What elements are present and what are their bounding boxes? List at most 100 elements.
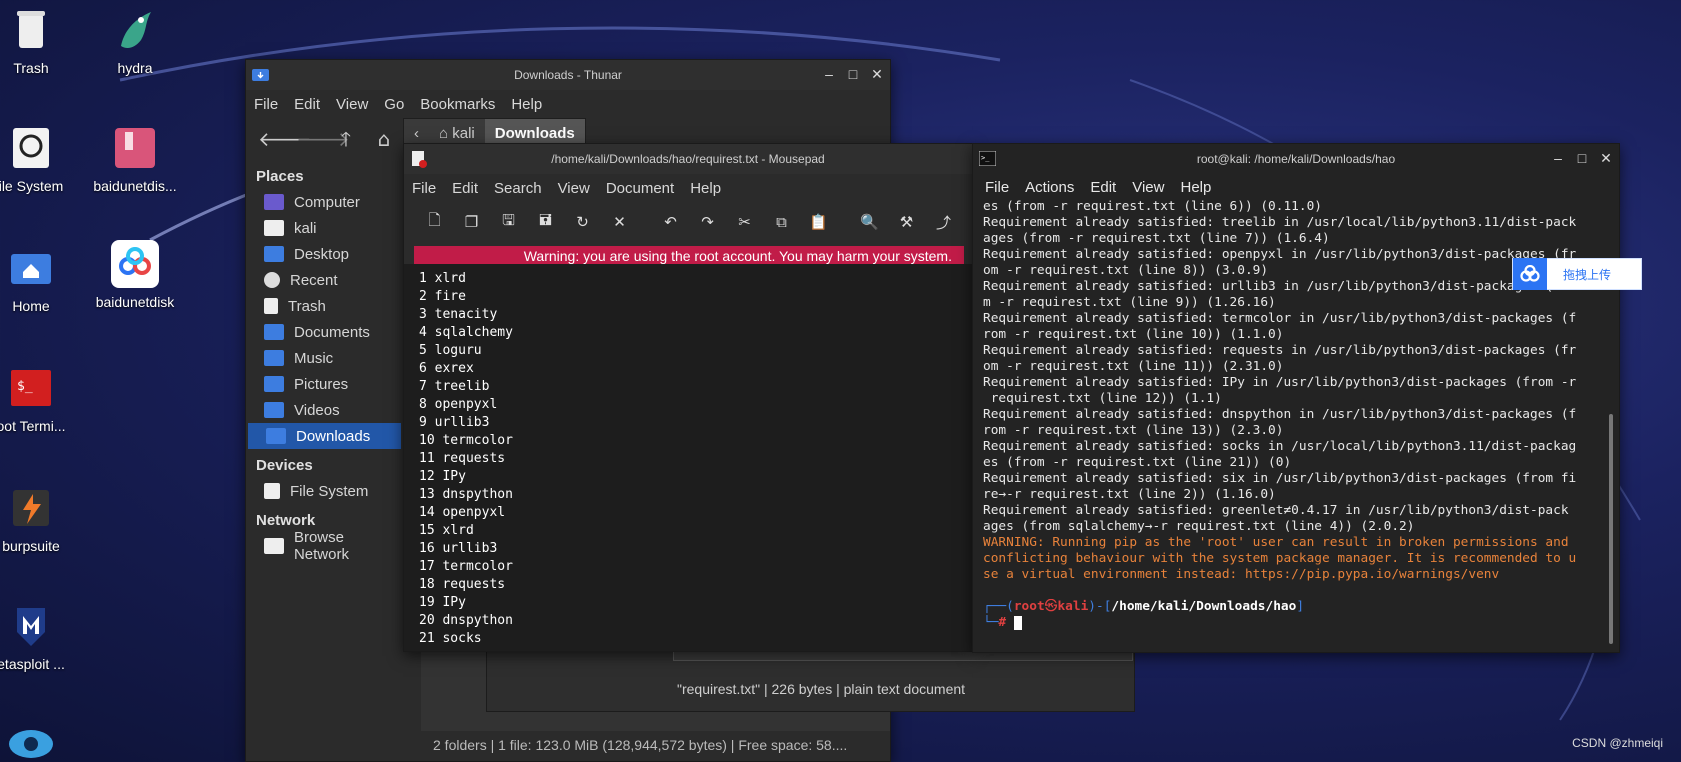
- menu-edit[interactable]: Edit: [1082, 179, 1124, 196]
- home-folder-icon: [7, 244, 55, 292]
- copy-icon[interactable]: ⧉: [763, 213, 800, 231]
- menu-actions[interactable]: Actions: [1017, 179, 1082, 196]
- sidebar-item-computer[interactable]: Computer: [246, 189, 403, 215]
- menu-help[interactable]: Help: [682, 180, 729, 197]
- desktop-icon-label: oot Termi...: [0, 418, 66, 434]
- editor-line: 1 xlrd: [419, 270, 972, 288]
- menu-help[interactable]: Help: [503, 96, 550, 113]
- close-icon[interactable]: ✕: [870, 65, 884, 83]
- reload-icon[interactable]: ↻: [564, 213, 601, 231]
- sidebar-item-videos[interactable]: Videos: [246, 397, 403, 423]
- menu-edit[interactable]: Edit: [444, 180, 486, 197]
- terminal-line: rom -r requirest.txt (line 10)) (1.1.0): [983, 327, 1284, 342]
- sidebar-item-browse-network[interactable]: Browse Network: [246, 529, 403, 563]
- desktop-icon-metasploit[interactable]: etasploit ...: [0, 602, 86, 672]
- menu-view[interactable]: View: [550, 180, 598, 197]
- search-icon[interactable]: 🔍: [851, 213, 888, 231]
- desktop-icon-root-terminal[interactable]: $_ oot Termi...: [0, 364, 86, 434]
- line-text: openpyxl: [442, 505, 506, 520]
- up-arrow-icon[interactable]: 🡑: [334, 127, 358, 151]
- sidebar-item-desktop[interactable]: Desktop: [246, 241, 403, 267]
- line-number: 1: [419, 271, 435, 286]
- menu-help[interactable]: Help: [1172, 179, 1219, 196]
- line-number: 14: [419, 505, 443, 520]
- close-document-icon[interactable]: ✕: [601, 213, 638, 231]
- terminal-window[interactable]: >_ root@kali: /home/kali/Downloads/hao –…: [972, 143, 1620, 653]
- sidebar-item-downloads[interactable]: Downloads: [248, 423, 401, 449]
- sidebar-item-trash[interactable]: Trash: [246, 293, 403, 319]
- maximize-icon[interactable]: □: [846, 65, 860, 83]
- sidebar-item-filesystem[interactable]: File System: [246, 478, 403, 504]
- minimize-icon[interactable]: –: [822, 65, 836, 83]
- text-editor-area[interactable]: 1 xlrd 2 fire 3 tenacity 4 sqlalchemy 5 logu…: [404, 264, 972, 651]
- new-document-icon[interactable]: 🗋: [416, 210, 453, 235]
- videos-folder-icon: [264, 402, 284, 418]
- sidebar-item-label: Browse Network: [293, 529, 349, 563]
- back-arrow-icon[interactable]: 🡐: [258, 127, 312, 151]
- close-icon[interactable]: ✕: [1599, 149, 1613, 167]
- desktop-icon-baidunetdisk-deb[interactable]: baidunetdis...: [80, 124, 190, 194]
- save-as-icon[interactable]: 🖬: [527, 210, 564, 235]
- minimize-icon[interactable]: –: [1551, 149, 1565, 167]
- save-icon[interactable]: 🖫: [490, 210, 527, 235]
- sidebar-item-kali[interactable]: kali: [246, 215, 403, 241]
- thunar-titlebar[interactable]: Downloads - Thunar – □ ✕: [246, 60, 890, 90]
- desktop-icon-label: Home: [12, 298, 50, 314]
- forward-arrow-icon[interactable]: 🡒: [296, 127, 350, 151]
- sidebar-item-pictures[interactable]: Pictures: [246, 371, 403, 397]
- sidebar-item-music[interactable]: Music: [246, 345, 403, 371]
- sidebar-item-label: Videos: [294, 401, 340, 419]
- mousepad-window[interactable]: /home/kali/Downloads/hao/requirest.txt -…: [403, 143, 973, 652]
- desktop-icon-unknown[interactable]: [0, 720, 86, 762]
- desktop-icon-burpsuite[interactable]: burpsuite: [0, 484, 86, 554]
- maximize-icon[interactable]: □: [1575, 149, 1589, 167]
- menu-file[interactable]: File: [246, 96, 286, 113]
- line-text: termcolor: [442, 433, 513, 448]
- menu-view[interactable]: View: [328, 96, 376, 113]
- menu-view[interactable]: View: [1124, 179, 1172, 196]
- sidebar-item-documents[interactable]: Documents: [246, 319, 403, 345]
- desktop-icon-trash[interactable]: Trash: [0, 6, 86, 76]
- desktop-icon-home[interactable]: Home: [0, 244, 86, 314]
- menu-document[interactable]: Document: [598, 180, 682, 197]
- terminal-scrollbar[interactable]: [1609, 414, 1613, 644]
- editor-line: 14 openpyxl: [419, 504, 972, 522]
- prompt-symbol: #: [998, 615, 1007, 630]
- mousepad-titlebar[interactable]: /home/kali/Downloads/hao/requirest.txt -…: [404, 144, 972, 174]
- cut-icon[interactable]: ✂: [726, 213, 763, 231]
- desktop-icon-filesystem[interactable]: ile System: [0, 124, 86, 194]
- desktop-icon-baidunetdisk[interactable]: baidunetdisk: [80, 240, 190, 310]
- line-text: openpyxl: [434, 397, 498, 412]
- terminal-line: ages (from -r requirest.txt (line 7)) (1…: [983, 231, 1330, 246]
- prompt-user: root: [1013, 599, 1045, 614]
- thunar-sidebar: Places Computer kali Desktop Recent Tras…: [246, 160, 403, 761]
- menu-edit[interactable]: Edit: [286, 96, 328, 113]
- terminal-output[interactable]: es (from -r requirest.txt (line 6)) (0.1…: [983, 199, 1597, 652]
- menu-file[interactable]: File: [404, 180, 444, 197]
- undo-icon[interactable]: ↶: [652, 213, 689, 231]
- menu-bookmarks[interactable]: Bookmarks: [412, 96, 503, 113]
- baidu-drag-upload-widget[interactable]: 拖拽上传: [1512, 258, 1642, 290]
- new-window-icon[interactable]: ❐: [453, 213, 490, 231]
- terminal-titlebar[interactable]: >_ root@kali: /home/kali/Downloads/hao –…: [973, 144, 1619, 174]
- menu-search[interactable]: Search: [486, 180, 550, 197]
- sidebar-item-label: Trash: [288, 297, 326, 315]
- paste-icon[interactable]: 📋: [800, 213, 837, 231]
- desktop-icon-label: baidunetdisk: [95, 294, 175, 310]
- editor-line: 11 requests: [419, 450, 972, 468]
- desktop-icon-label: Trash: [13, 60, 49, 76]
- line-number: 20: [419, 613, 443, 628]
- line-number: 2: [419, 289, 435, 304]
- go-to-line-icon[interactable]: ⤴: [925, 212, 962, 233]
- mousepad-toolbar: 🗋 ❐ 🖫 🖬 ↻ ✕ ↶ ↷ ✂ ⧉ 📋 🔍 ⚒ ⤴: [404, 202, 972, 242]
- menu-file[interactable]: File: [977, 179, 1017, 196]
- prompt-input-line[interactable]: └─#: [983, 615, 1597, 631]
- find-replace-icon[interactable]: ⚒: [888, 213, 925, 231]
- sidebar-item-recent[interactable]: Recent: [246, 267, 403, 293]
- editor-line: 19 IPy: [419, 594, 972, 612]
- sidebar-item-label: Downloads: [296, 427, 371, 445]
- redo-icon[interactable]: ↷: [689, 213, 726, 231]
- desktop-icon-hydra[interactable]: hydra: [80, 6, 190, 76]
- menu-go[interactable]: Go: [376, 96, 412, 113]
- home-icon[interactable]: ⌂: [372, 127, 396, 151]
